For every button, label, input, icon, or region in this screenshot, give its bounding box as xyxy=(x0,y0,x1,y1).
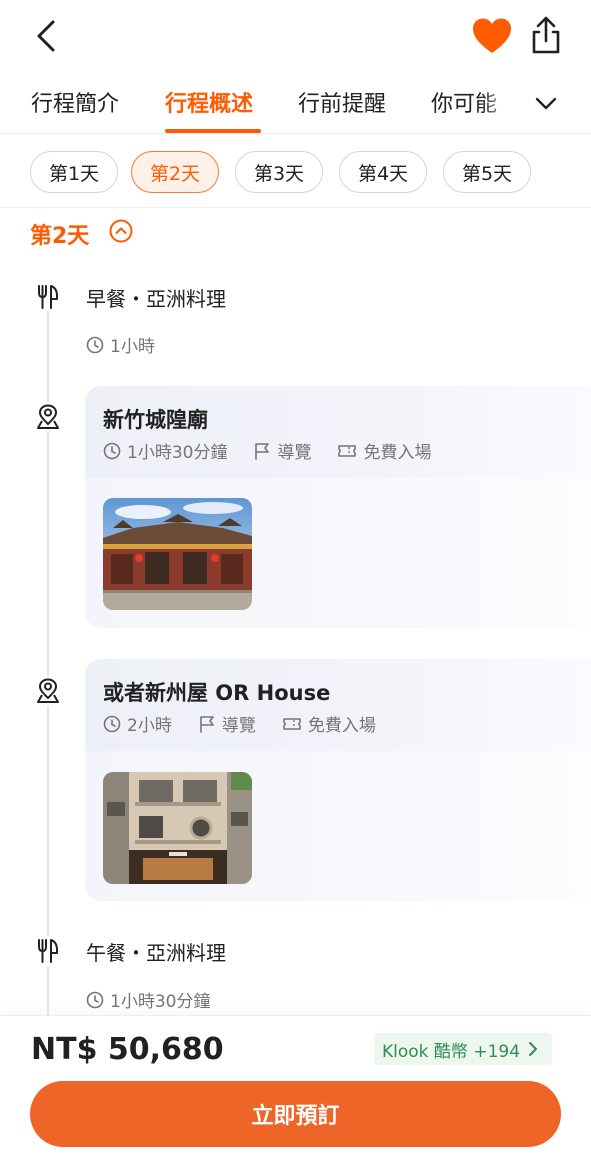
meal-title: 午餐・亞洲料理 xyxy=(86,941,226,965)
ticket-icon xyxy=(283,717,301,730)
flag-icon xyxy=(255,442,270,460)
clock-icon xyxy=(86,336,104,353)
active-tab-indicator xyxy=(165,129,261,133)
timeline-line xyxy=(47,432,49,678)
day-chip-5[interactable]: 第5天 xyxy=(443,151,531,193)
tab-fade xyxy=(480,80,530,124)
chevron-up-circle-icon xyxy=(109,219,133,243)
booking-bar: NT$ 50,680 Klook 酷幣 +194 立即預訂 xyxy=(0,1015,591,1173)
tab-reminders[interactable]: 行前提醒 xyxy=(298,86,386,118)
tab-overview[interactable]: 行程概述 xyxy=(165,86,253,118)
free-entry-tag: 免費入場 xyxy=(307,716,376,736)
timeline-line xyxy=(47,966,49,1016)
map-pin-icon xyxy=(34,403,62,431)
book-now-button[interactable]: 立即預訂 xyxy=(30,1081,561,1147)
timeline-line xyxy=(47,706,49,936)
share-icon xyxy=(532,16,560,54)
duration-text: 1小時30分鐘 xyxy=(127,443,228,463)
tab-intro[interactable]: 行程簡介 xyxy=(31,86,119,118)
section-tabs: 行程簡介 行程概述 行前提醒 你可能 xyxy=(0,72,591,134)
day-chip-1[interactable]: 第1天 xyxy=(30,151,118,193)
attraction-title: 或者新州屋 OR House xyxy=(103,681,331,705)
duration: 1小時 xyxy=(86,332,155,357)
duration-text: 1小時30分鐘 xyxy=(110,992,211,1012)
attraction-card[interactable]: 新竹城隍廟 1小時30分鐘 導覽 免費入場 xyxy=(85,386,591,628)
duration: 1小時30分鐘 xyxy=(86,987,210,1012)
clock-icon xyxy=(103,442,121,459)
more-tabs-button[interactable] xyxy=(531,88,561,118)
attraction-meta: 1小時30分鐘 導覽 免費入場 xyxy=(103,438,431,463)
chevron-right-icon xyxy=(529,1042,538,1056)
clock-icon xyxy=(86,991,104,1008)
guide-tag: 導覽 xyxy=(221,716,256,736)
top-bar xyxy=(0,0,591,72)
map-pin-icon xyxy=(34,677,62,705)
ticket-icon xyxy=(338,444,357,457)
back-button[interactable] xyxy=(28,14,64,58)
day-chip-4[interactable]: 第4天 xyxy=(339,151,427,193)
day-chip-2[interactable]: 第2天 xyxy=(131,151,219,193)
day-title: 第2天 xyxy=(30,224,90,249)
day-selector: 第1天 第2天 第3天 第4天 第5天 xyxy=(0,135,591,208)
favorite-button[interactable] xyxy=(470,16,514,56)
timeline-line xyxy=(47,310,49,402)
guide-tag: 導覽 xyxy=(277,443,312,463)
attraction-meta: 2小時 導覽 免費入場 xyxy=(103,711,376,736)
attraction-card[interactable]: 或者新州屋 OR House 2小時 導覽 免費入場 xyxy=(85,659,591,901)
fork-knife-icon xyxy=(34,937,62,965)
heart-icon xyxy=(473,18,511,53)
coins-text: Klook 酷幣 +194 xyxy=(382,1041,521,1062)
meal-title: 早餐・亞洲料理 xyxy=(86,287,226,311)
clock-icon xyxy=(103,715,121,732)
fork-knife-icon xyxy=(34,283,62,311)
attraction-title: 新竹城隍廟 xyxy=(103,408,208,432)
share-button[interactable] xyxy=(526,14,566,58)
temple-photo[interactable] xyxy=(103,498,252,610)
duration-text: 1小時 xyxy=(110,337,155,357)
free-entry-tag: 免費入場 xyxy=(363,443,432,463)
duration-text: 2小時 xyxy=(127,716,172,736)
collapse-day-button[interactable] xyxy=(109,219,133,243)
chevron-left-icon xyxy=(37,20,55,52)
flag-icon xyxy=(200,715,214,733)
chevron-down-icon xyxy=(535,97,557,110)
building-photo[interactable] xyxy=(103,772,252,884)
klook-coins-badge[interactable]: Klook 酷幣 +194 xyxy=(374,1033,553,1065)
day-chip-3[interactable]: 第3天 xyxy=(235,151,323,193)
total-price: NT$ 50,680 xyxy=(31,1032,224,1067)
